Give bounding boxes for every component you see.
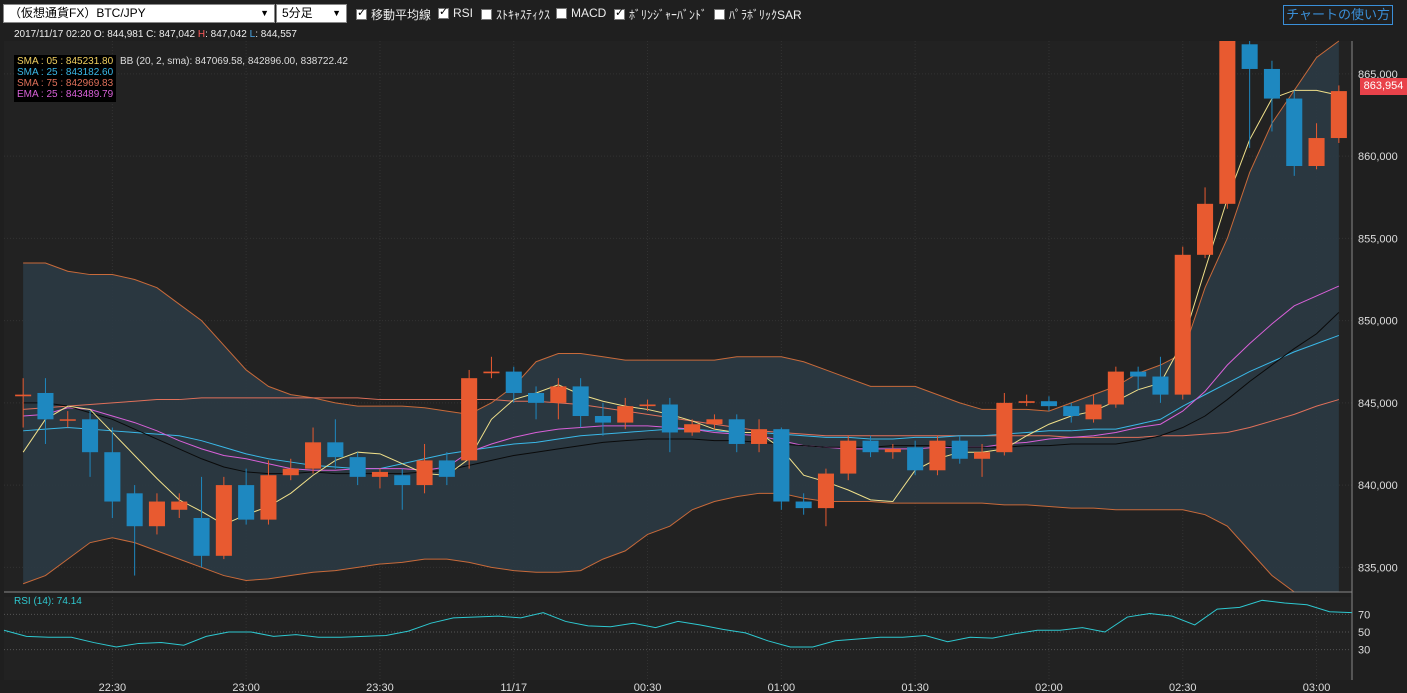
candle-body <box>1308 138 1325 167</box>
price-chart[interactable]: 835,000 840,000 845,000 850,000 855,000 860,0… <box>0 0 1407 693</box>
rsi-tick-label: 50 <box>1358 627 1370 639</box>
candle-body <box>929 440 946 471</box>
candle-body <box>661 404 678 433</box>
candle-body <box>126 493 143 527</box>
candle-body <box>951 440 968 459</box>
candle-body <box>438 460 455 477</box>
candle-body <box>728 419 745 444</box>
candle-body <box>82 419 99 453</box>
candle-body <box>840 440 857 474</box>
x-tick-label: 02:30 <box>1169 682 1197 693</box>
legend-sma05: SMA : 05 : 845231.80 <box>17 56 114 67</box>
candle-body <box>416 460 433 486</box>
candle-body <box>617 406 634 423</box>
candle-body <box>193 517 210 556</box>
candle-body <box>550 386 567 403</box>
candle-body <box>1241 44 1258 69</box>
indicator-legend: SMA : 05 : 845231.80 SMA : 25 : 843182.6… <box>14 55 117 102</box>
rsi-tick-label: 30 <box>1358 645 1370 657</box>
candle-body <box>483 371 500 374</box>
rsi-tick-label: 70 <box>1358 609 1370 621</box>
x-tick-label: 22:30 <box>99 682 127 693</box>
x-tick-label: 23:30 <box>366 682 394 693</box>
candle-body <box>349 457 366 477</box>
candle-body <box>1197 203 1214 255</box>
candle-body <box>394 475 411 486</box>
y-tick-label: 860,000 <box>1358 151 1398 163</box>
candle-body <box>1174 254 1191 395</box>
candle-body <box>215 485 232 556</box>
candle-body <box>1286 98 1303 167</box>
candle-body <box>572 386 589 417</box>
candle-body <box>327 442 344 458</box>
legend-sma25: SMA : 25 : 843182.60 <box>17 67 114 78</box>
candle-body <box>148 501 165 527</box>
candle-body <box>996 402 1013 453</box>
x-tick-label: 00:30 <box>634 682 662 693</box>
legend-sma75: SMA : 75 : 842969.83 <box>17 78 114 89</box>
candle-body <box>1330 91 1347 139</box>
candle-body <box>1152 376 1169 395</box>
x-tick-label: 03:00 <box>1303 682 1331 693</box>
candle-body <box>773 429 790 502</box>
y-tick-label: 840,000 <box>1358 480 1398 492</box>
candle-body <box>907 447 924 471</box>
candle-body <box>1107 371 1124 405</box>
x-tick-label: 01:30 <box>901 682 929 693</box>
candle-body <box>15 394 32 397</box>
candle-body <box>371 471 388 477</box>
x-tick-label: 23:00 <box>232 682 260 693</box>
y-tick-label: 855,000 <box>1358 233 1398 245</box>
candle-body <box>884 448 901 453</box>
candle-body <box>461 378 478 461</box>
candle-body <box>1263 68 1280 99</box>
y-tick-label: 845,000 <box>1358 398 1398 410</box>
rsi-readout: RSI (14): 74.14 <box>14 596 82 607</box>
candle-body <box>1040 401 1057 407</box>
candle-body <box>1085 404 1102 420</box>
candle-body <box>751 429 768 444</box>
candle-body <box>706 419 723 425</box>
candle-body <box>1063 406 1080 417</box>
candle-body <box>684 424 701 433</box>
candle-body <box>505 371 522 393</box>
candle-body <box>282 468 299 476</box>
legend-ema25: EMA : 25 : 843489.79 <box>17 89 114 100</box>
candle-body <box>305 442 322 469</box>
x-tick-label: 02:00 <box>1035 682 1063 693</box>
candle-body <box>37 392 54 420</box>
y-tick-label: 850,000 <box>1358 316 1398 328</box>
x-tick-label: 11/17 <box>500 682 527 693</box>
bollinger-readout: BB (20, 2, sma): 847069.58, 842896.00, 8… <box>120 56 348 67</box>
candle-body <box>238 485 255 520</box>
candle-body <box>260 475 277 520</box>
candle-body <box>1219 41 1236 204</box>
candle-body <box>974 452 991 459</box>
candle-body <box>795 501 812 509</box>
candle-body <box>594 416 611 423</box>
candle-body <box>104 452 121 502</box>
rsi-pane <box>4 597 1352 680</box>
candle-body <box>862 440 879 453</box>
candle-body <box>639 404 656 407</box>
y-tick-label: 835,000 <box>1358 562 1398 574</box>
candle-body <box>528 392 545 403</box>
current-price-tag: 863,954 <box>1360 78 1407 95</box>
candle-body <box>1130 371 1147 377</box>
candle-body <box>59 419 76 421</box>
x-tick-label: 01:00 <box>768 682 796 693</box>
candle-body <box>171 501 188 510</box>
candle-body <box>1018 401 1035 403</box>
candle-body <box>817 473 834 509</box>
